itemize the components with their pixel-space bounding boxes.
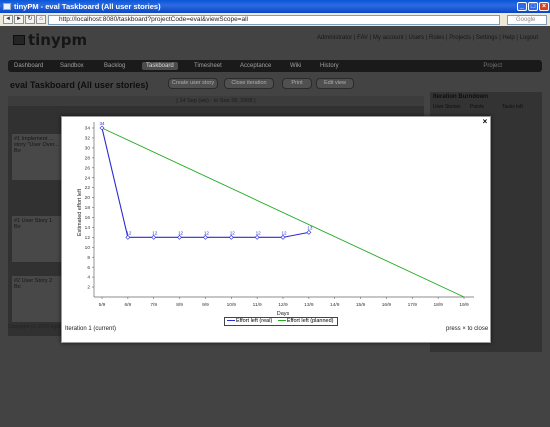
real-data-point: 12	[254, 230, 262, 240]
x-tick-label: 15/9	[356, 302, 366, 308]
data-label: 13	[307, 225, 313, 230]
y-tick-label: 32	[85, 136, 91, 142]
data-point-marker	[306, 229, 312, 235]
home-icon[interactable]: ⌂	[36, 15, 46, 24]
data-point-marker	[228, 234, 234, 240]
iteration-label: Iteration 1 (current)	[65, 326, 117, 332]
x-tick-label: 12/9	[278, 302, 288, 308]
firefox-icon	[3, 3, 11, 10]
legend-real-label: Effort left (real)	[236, 318, 273, 324]
y-tick-label: 2	[87, 285, 90, 291]
search-input[interactable]: Google	[507, 15, 547, 25]
x-tick-label: 10/9	[227, 302, 237, 308]
y-tick-label: 6	[87, 265, 90, 271]
y-tick-label: 8	[87, 255, 90, 261]
real-series-line	[101, 127, 309, 238]
planned-series-line	[101, 127, 465, 298]
data-label: 12	[126, 230, 132, 235]
real-data-point: 12	[151, 230, 158, 240]
window-title: tinyPM - eval Taskboard (All user storie…	[14, 2, 161, 11]
x-tick-label: 11/9	[253, 302, 262, 308]
data-point-marker	[254, 234, 260, 240]
y-tick-label: 26	[85, 165, 91, 171]
y-tick-label: 4	[87, 275, 90, 281]
browser-window: tinyPM - eval Taskboard (All user storie…	[0, 0, 550, 427]
data-point-marker	[125, 234, 131, 240]
x-tick-label: 5/9	[99, 302, 106, 308]
data-point-marker	[151, 234, 157, 240]
x-tick-label: 17/9	[408, 302, 418, 308]
real-data-point: 12	[203, 230, 210, 240]
close-hint: press × to close	[446, 326, 489, 332]
y-tick-label: 34	[85, 126, 91, 132]
data-label: 12	[281, 230, 287, 235]
data-point-marker	[99, 125, 105, 131]
reload-icon[interactable]: ↻	[25, 15, 35, 24]
data-label: 34	[99, 121, 105, 126]
window-titlebar: tinyPM - eval Taskboard (All user storie…	[0, 0, 550, 13]
data-label: 12	[230, 230, 236, 235]
x-tick-label: 19/9	[459, 302, 469, 308]
x-tick-label: 6/9	[125, 302, 132, 308]
close-window-button[interactable]: ×	[539, 2, 549, 11]
data-point-marker	[203, 234, 208, 240]
x-tick-label: 7/9	[150, 302, 157, 308]
maximize-button[interactable]: □	[528, 2, 538, 11]
y-tick-label: 30	[85, 145, 91, 151]
close-icon[interactable]: ×	[481, 118, 489, 126]
legend-real-swatch	[227, 320, 235, 322]
chart-marks: 34 12 12 12 12 12 12 12 13	[99, 121, 465, 298]
y-tick-label: 20	[85, 195, 91, 201]
real-data-point: 12	[228, 230, 236, 240]
search-placeholder: Google	[516, 17, 536, 23]
real-data-point: 13	[306, 225, 313, 235]
y-tick-label: 14	[85, 225, 91, 231]
burndown-chart: 2468101214161820222426283032345/9 6/9 7/9 8…	[77, 121, 474, 316]
chart-axes: 2468101214161820222426283032345/9 6/9 7/9 8…	[77, 122, 474, 316]
url-text: http://localhost:8080/taskboard?projectC…	[59, 16, 248, 23]
x-tick-label: 13/9	[304, 302, 314, 308]
y-tick-label: 12	[85, 235, 91, 241]
navigation-toolbar: ◄ ► ↻ ⌂ http://localhost:8080/taskboard?…	[0, 13, 550, 26]
x-axis-label: Days	[277, 311, 290, 316]
data-point-marker	[177, 234, 182, 240]
real-data-point: 12	[125, 230, 132, 240]
minimize-button[interactable]: _	[517, 2, 527, 11]
y-tick-label: 18	[85, 205, 91, 211]
data-label: 12	[204, 230, 210, 235]
legend-planned-swatch	[277, 320, 286, 322]
data-point-marker	[280, 234, 286, 240]
forward-icon[interactable]: ►	[14, 15, 24, 24]
chart-legend: Effort left (real) Effort left (planned)	[224, 317, 338, 326]
data-label: 12	[178, 230, 184, 235]
y-axis-label: Estimated effort left	[77, 188, 83, 236]
y-tick-label: 28	[85, 155, 91, 161]
legend-planned-label: Effort left (planned)	[286, 318, 334, 324]
real-data-point: 12	[280, 230, 287, 240]
x-tick-label: 9/9	[202, 302, 209, 308]
y-tick-label: 16	[85, 215, 91, 221]
address-bar[interactable]: http://localhost:8080/taskboard?projectC…	[48, 15, 500, 25]
x-tick-label: 16/9	[382, 302, 392, 308]
x-tick-label: 18/9	[433, 302, 443, 308]
data-label: 12	[256, 230, 262, 235]
y-tick-label: 22	[85, 185, 91, 191]
real-data-point: 12	[177, 230, 184, 240]
back-icon[interactable]: ◄	[3, 15, 13, 24]
x-tick-label: 8/9	[176, 302, 183, 308]
data-label: 12	[152, 230, 158, 235]
x-tick-label: 14/9	[330, 302, 340, 308]
y-tick-label: 10	[85, 245, 91, 251]
y-tick-label: 24	[85, 175, 91, 181]
